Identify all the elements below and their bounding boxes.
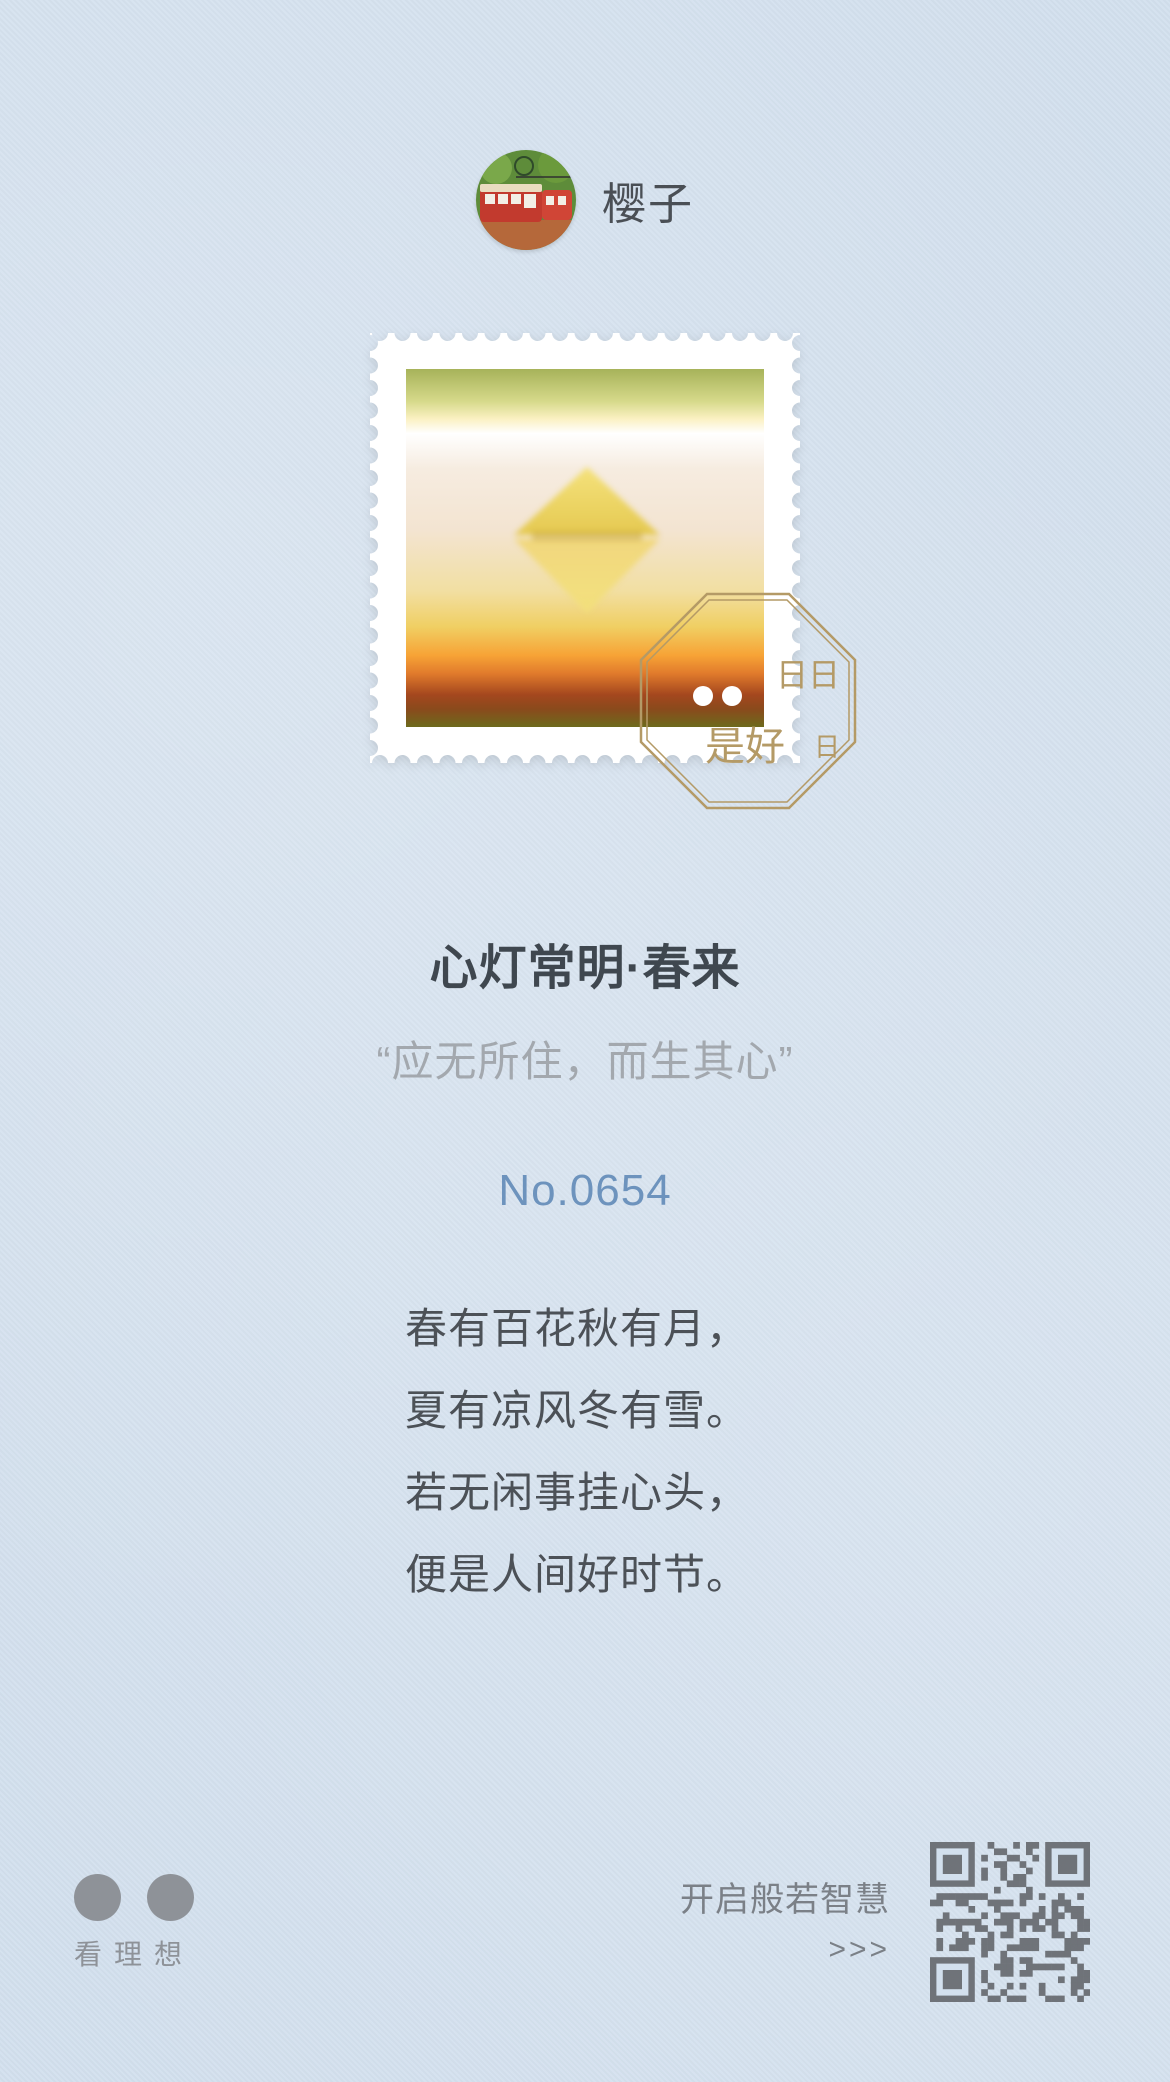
- brand-name: 看理想: [74, 1939, 195, 1970]
- brand-dot: [74, 1874, 121, 1921]
- avatar[interactable]: [476, 150, 576, 250]
- open-wisdom-link[interactable]: 开启般若智慧 >>>: [680, 1872, 890, 1967]
- svg-text:日日: 日日: [776, 656, 840, 694]
- poem-line: 春有百花秋有月，: [405, 1305, 750, 1352]
- quote-subtitle: “应无所住，而生其心”: [376, 1038, 794, 1085]
- svg-text:是好: 是好: [705, 724, 785, 770]
- qr-code-icon[interactable]: [930, 1842, 1090, 2002]
- poem-line: 夏有凉风冬有雪。: [405, 1387, 750, 1434]
- brand-logo[interactable]: 看理想: [74, 1874, 204, 1973]
- cta-arrow: >>>: [828, 1933, 890, 1966]
- svg-text:日: 日: [814, 733, 840, 763]
- postmark-seal: 日日 是好 日: [639, 592, 857, 810]
- brand-dot: [147, 1874, 194, 1921]
- poem: 春有百花秋有月， 夏有凉风冬有雪。 若无闲事挂心头， 便是人间好时节。: [405, 1294, 865, 1622]
- tram-avatar-icon: [476, 150, 576, 250]
- issue-number: No.0654: [498, 1166, 672, 1215]
- author-header: 樱子: [0, 148, 1170, 252]
- username: 樱子: [602, 180, 694, 229]
- page-title: 心灯常明·春来: [429, 942, 741, 995]
- poem-line: 若无闲事挂心头，: [405, 1469, 750, 1516]
- poem-line: 便是人间好时节。: [405, 1551, 750, 1598]
- brand-dots-icon: [74, 1874, 204, 1921]
- cta-text: 开启般若智慧: [680, 1881, 890, 1919]
